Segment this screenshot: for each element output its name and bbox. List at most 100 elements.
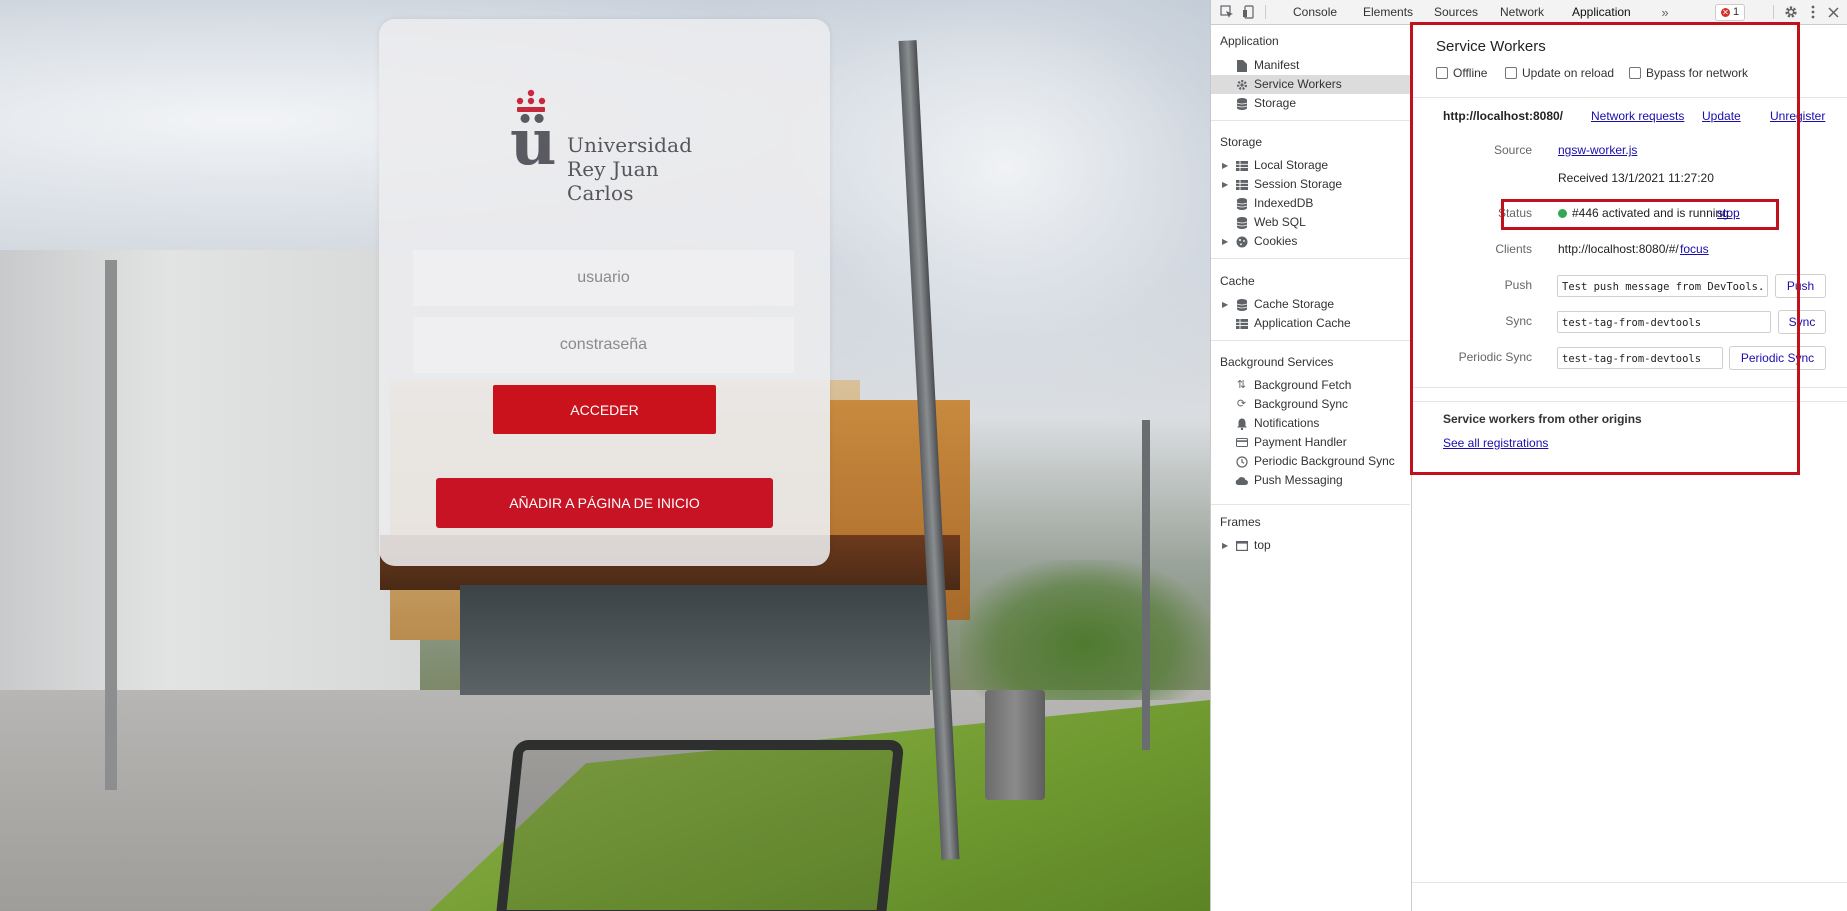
sync-label: Sync [1505, 314, 1532, 328]
checkbox-box[interactable] [1629, 67, 1641, 79]
expand-arrow-icon[interactable]: ▶ [1222, 156, 1228, 175]
kebab-menu-icon[interactable] [1805, 4, 1821, 20]
clock-icon [1235, 455, 1248, 468]
sidebar-item-label: Cache Storage [1254, 297, 1335, 311]
update-on-reload-checkbox[interactable]: Update on reload [1505, 66, 1614, 80]
expand-arrow-icon[interactable]: ▶ [1222, 295, 1228, 314]
sidebar-section-storage: Storage [1220, 135, 1263, 149]
sidebar-item-background-fetch[interactable]: ⇅ Background Fetch [1211, 376, 1410, 395]
sidebar-item-storage[interactable]: Storage [1211, 94, 1410, 113]
gear-icon [1235, 78, 1248, 91]
bypass-for-network-checkbox[interactable]: Bypass for network [1629, 66, 1748, 80]
push-label: Push [1504, 278, 1532, 292]
offline-checkbox[interactable]: Offline [1436, 66, 1487, 80]
focus-link[interactable]: focus [1680, 242, 1709, 256]
sidebar-item-label: Payment Handler [1254, 435, 1347, 449]
add-to-home-screen-button[interactable]: AÑADIR A PÁGINA DE INICIO [436, 478, 773, 528]
sidebar-item-local-storage[interactable]: ▶ Local Storage [1211, 156, 1410, 175]
background-glass-entrance [460, 585, 930, 695]
tab-elements[interactable]: Elements [1363, 0, 1413, 24]
sidebar-item-application-cache[interactable]: Application Cache [1211, 314, 1410, 333]
error-count-badge[interactable]: ✕ 1 [1715, 4, 1746, 21]
sync-button[interactable]: Sync [1778, 310, 1826, 334]
close-icon[interactable] [1825, 4, 1841, 20]
unregister-link[interactable]: Unregister [1770, 109, 1825, 123]
toolbar-separator [1773, 5, 1774, 19]
expand-arrow-icon[interactable]: ▶ [1222, 232, 1228, 251]
sidebar-item-service-workers[interactable]: Service Workers [1211, 75, 1410, 94]
clients-label: Clients [1495, 242, 1532, 256]
settings-icon[interactable] [1783, 4, 1799, 20]
section-divider [1412, 97, 1847, 98]
sidebar-divider [1211, 120, 1410, 121]
clients-value: http://localhost:8080/#/ [1558, 242, 1679, 256]
frame-icon [1235, 539, 1248, 552]
password-input[interactable] [413, 317, 794, 373]
credit-card-icon [1235, 436, 1248, 449]
background-trees [960, 560, 1210, 700]
grid-icon [1235, 178, 1248, 191]
network-requests-link[interactable]: Network requests [1591, 109, 1684, 123]
sidebar-item-background-sync[interactable]: ⟳ Background Sync [1211, 395, 1410, 414]
periodic-sync-button[interactable]: Periodic Sync [1729, 346, 1826, 370]
cookie-icon [1235, 235, 1248, 248]
push-button[interactable]: Push [1775, 274, 1826, 298]
bell-icon [1235, 417, 1248, 430]
see-all-registrations-link[interactable]: See all registrations [1443, 436, 1548, 450]
sidebar-item-web-sql[interactable]: Web SQL [1211, 213, 1410, 232]
sidebar-item-label: Local Storage [1254, 158, 1329, 172]
logo-wordmark: Universidad Rey Juan Carlos [567, 133, 720, 205]
sidebar-item-label: IndexedDB [1254, 196, 1314, 210]
sync-tag-input[interactable]: test-tag-from-devtools [1557, 311, 1771, 333]
tab-network[interactable]: Network [1500, 0, 1544, 24]
stop-link[interactable]: stop [1717, 206, 1740, 220]
sidebar-item-push-messaging[interactable]: Push Messaging [1211, 471, 1410, 490]
expand-arrow-icon[interactable]: ▶ [1222, 536, 1228, 555]
sidebar-divider [1211, 340, 1410, 341]
periodic-sync-tag-input[interactable]: test-tag-from-devtools [1557, 347, 1723, 369]
more-tabs-icon[interactable]: » [1657, 4, 1673, 20]
source-label: Source [1493, 143, 1532, 157]
sidebar-item-payment-handler[interactable]: Payment Handler [1211, 433, 1410, 452]
sidebar-item-manifest[interactable]: Manifest [1211, 56, 1410, 75]
sidebar-item-session-storage[interactable]: ▶ Session Storage [1211, 175, 1410, 194]
sidebar-item-frame-top[interactable]: ▶ top [1211, 536, 1410, 555]
sidebar-item-cookies[interactable]: ▶ Cookies [1211, 232, 1410, 251]
checkbox-box[interactable] [1436, 67, 1448, 79]
status-text: #446 activated and is running [1572, 206, 1729, 220]
inspect-icon[interactable] [1219, 4, 1235, 20]
sidebar-item-label: Background Fetch [1254, 378, 1352, 392]
tab-console[interactable]: Console [1293, 0, 1337, 24]
sidebar-item-notifications[interactable]: Notifications [1211, 414, 1410, 433]
logo-mark: ü [510, 105, 557, 180]
background-building [0, 250, 420, 720]
username-input[interactable] [413, 250, 794, 306]
sidebar-divider [1211, 504, 1410, 505]
expand-arrow-icon[interactable]: ▶ [1222, 175, 1228, 194]
background-bin [985, 690, 1045, 800]
checkbox-label: Bypass for network [1646, 66, 1749, 80]
sidebar-section-application: Application [1220, 34, 1279, 48]
push-message-input[interactable]: Test push message from DevTools. [1557, 275, 1768, 297]
checkbox-box[interactable] [1505, 67, 1517, 79]
section-divider [1412, 387, 1847, 388]
tab-application[interactable]: Application [1572, 0, 1631, 24]
tab-sources[interactable]: Sources [1434, 0, 1478, 24]
source-link[interactable]: ngsw-worker.js [1558, 143, 1637, 157]
sidebar-item-label: Notifications [1254, 416, 1320, 430]
received-timestamp: Received 13/1/2021 11:27:20 [1558, 171, 1714, 185]
sidebar-item-periodic-background-sync[interactable]: Periodic Background Sync [1211, 452, 1410, 471]
database-icon [1235, 197, 1248, 210]
page-title: Service Workers [1436, 38, 1546, 55]
login-button[interactable]: ACCEDER [493, 385, 716, 434]
database-icon [1235, 298, 1248, 311]
update-link[interactable]: Update [1702, 109, 1741, 123]
sidebar-item-indexeddb[interactable]: IndexedDB [1211, 194, 1410, 213]
devtools-panel: Console Elements Sources Network Applica… [1210, 0, 1847, 911]
application-sidebar: Application Manifest Service Workers Sto… [1211, 25, 1412, 911]
sidebar-item-cache-storage[interactable]: ▶ Cache Storage [1211, 295, 1410, 314]
status-running-icon [1558, 209, 1567, 218]
grid-icon [1235, 317, 1248, 330]
bottom-divider [1412, 882, 1847, 883]
device-toolbar-icon[interactable] [1241, 4, 1257, 20]
